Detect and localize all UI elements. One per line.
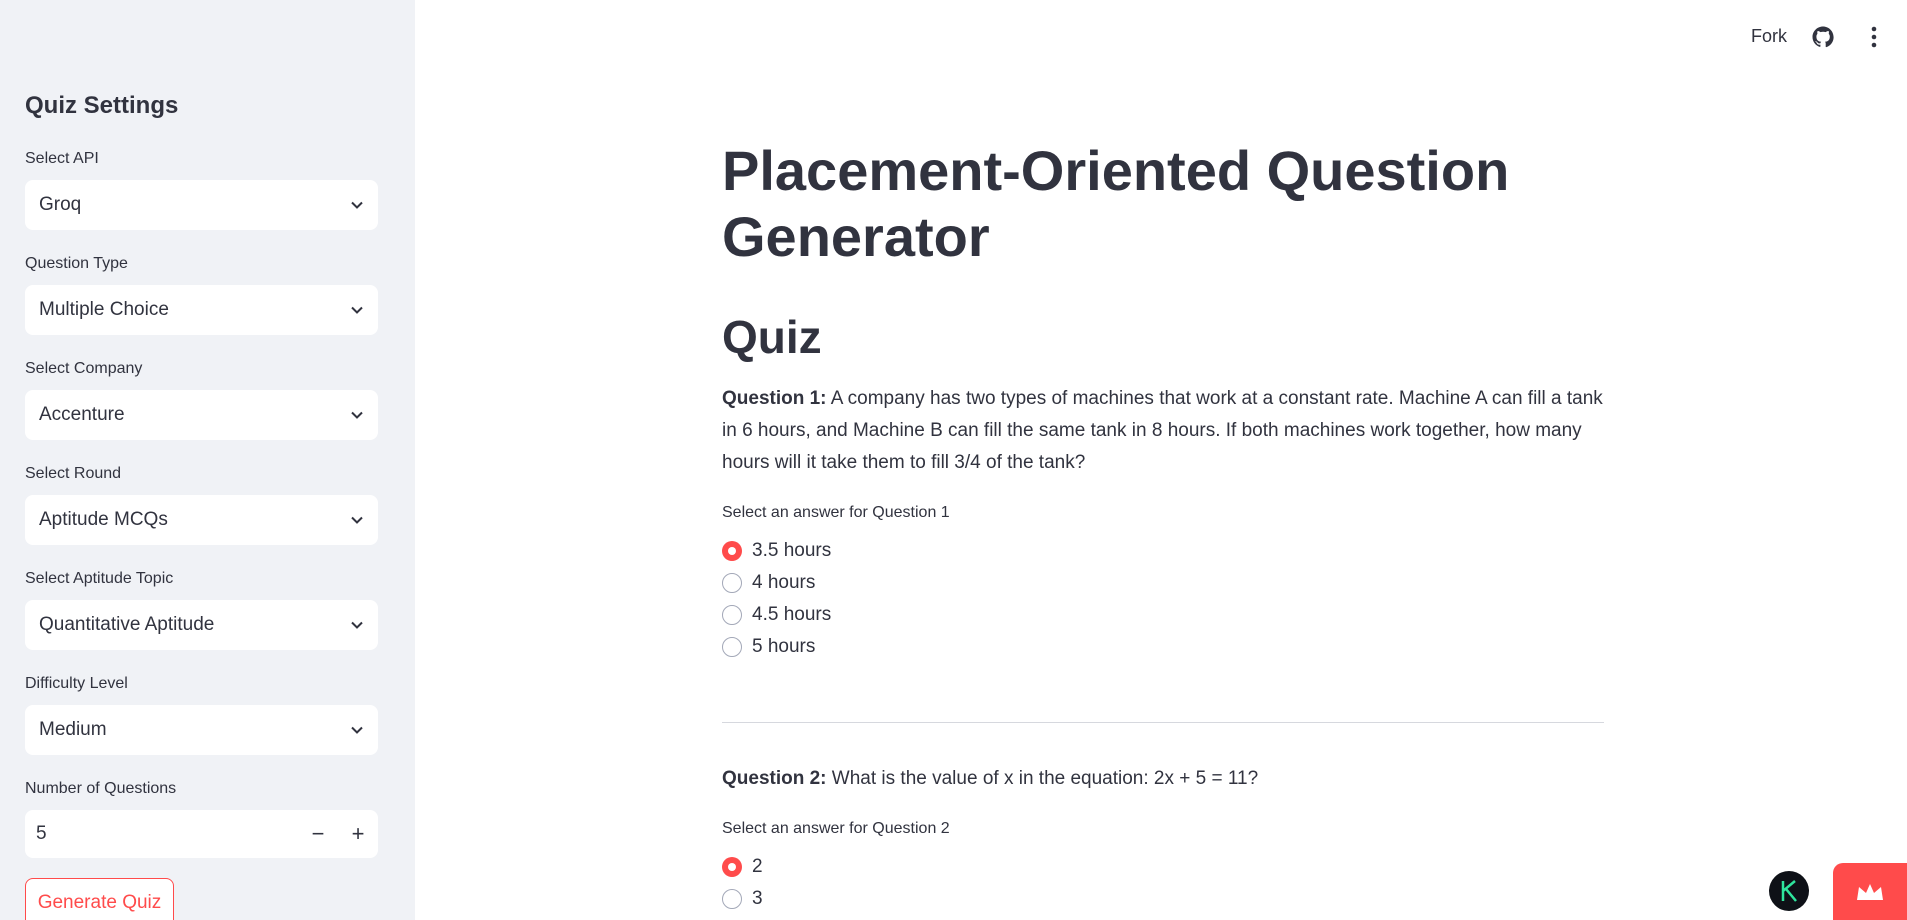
difficulty-label: Difficulty Level	[25, 675, 128, 692]
select-api-value: Groq	[39, 194, 82, 215]
sidebar: Quiz Settings Select API Groq Question T…	[0, 0, 415, 920]
github-icon[interactable]	[1811, 25, 1835, 49]
question-type-dropdown[interactable]: Multiple Choice	[25, 285, 378, 335]
select-company-field: Select Company Accenture	[25, 358, 378, 440]
q1-option-1-label: 3.5 hours	[752, 540, 832, 561]
q1-option-4-label: 5 hours	[752, 636, 816, 657]
q2-option-2-label: 3	[752, 888, 763, 909]
question-2-radio-label: Select an answer for Question 2	[722, 820, 950, 837]
crown-icon	[1857, 883, 1883, 900]
select-api-label: Select API	[25, 150, 99, 167]
q1-option-3-label: 4.5 hours	[752, 604, 832, 625]
question-2-body: What is the value of x in the equation: …	[831, 768, 1259, 789]
q1-option-4[interactable]: 5 hours	[722, 633, 815, 661]
select-api-dropdown[interactable]: Groq	[25, 180, 378, 230]
select-round-label: Select Round	[25, 465, 122, 482]
radio-icon[interactable]	[722, 637, 742, 657]
question-type-value: Multiple Choice	[39, 299, 169, 320]
radio-selected-icon[interactable]	[722, 541, 742, 561]
chevron-down-icon	[351, 411, 363, 419]
toolbar: Fork	[1507, 0, 1907, 74]
q1-option-3[interactable]: 4.5 hours	[722, 601, 831, 629]
question-2-prefix: Question 2:	[722, 768, 827, 789]
chevron-down-icon	[351, 201, 363, 209]
q2-option-2[interactable]: 3	[722, 885, 763, 913]
chevron-down-icon	[351, 621, 363, 629]
select-company-dropdown[interactable]: Accenture	[25, 390, 378, 440]
question-type-label: Question Type	[25, 255, 128, 272]
aptitude-topic-dropdown[interactable]: Quantitative Aptitude	[25, 600, 378, 650]
num-questions-field: Number of Questions 5 − +	[25, 778, 378, 858]
avatar[interactable]	[1769, 871, 1809, 911]
question-1-body: A company has two types of machines that…	[722, 388, 1603, 473]
divider	[722, 722, 1604, 723]
generate-quiz-button[interactable]: Generate Quiz	[25, 878, 174, 920]
aptitude-topic-label: Select Aptitude Topic	[25, 570, 174, 587]
q1-option-2-label: 4 hours	[752, 572, 816, 593]
kebab-menu-icon[interactable]	[1871, 26, 1877, 48]
difficulty-field: Difficulty Level Medium	[25, 673, 378, 755]
streamlit-crown-badge[interactable]	[1833, 863, 1907, 920]
select-round-value: Aptitude MCQs	[39, 509, 168, 530]
radio-icon[interactable]	[722, 889, 742, 909]
q1-option-1[interactable]: 3.5 hours	[722, 537, 831, 565]
k-logo-icon	[1781, 880, 1797, 902]
select-api-field: Select API Groq	[25, 148, 378, 230]
fork-link[interactable]: Fork	[1751, 26, 1787, 47]
q1-option-2[interactable]: 4 hours	[722, 569, 815, 597]
select-company-value: Accenture	[39, 404, 125, 425]
difficulty-dropdown[interactable]: Medium	[25, 705, 378, 755]
num-questions-label: Number of Questions	[25, 780, 177, 797]
q2-option-1-label: 2	[752, 856, 763, 877]
page-title: Placement-Oriented Question Generator	[722, 139, 1510, 268]
question-1-prefix: Question 1:	[722, 388, 827, 409]
increment-button[interactable]: +	[338, 810, 378, 858]
decrement-button[interactable]: −	[298, 810, 338, 858]
num-questions-input[interactable]: 5	[36, 823, 298, 845]
select-company-label: Select Company	[25, 360, 143, 377]
sidebar-title: Quiz Settings	[25, 92, 179, 119]
num-questions-stepper: 5 − +	[25, 810, 378, 858]
radio-icon[interactable]	[722, 573, 742, 593]
question-1-radio-label: Select an answer for Question 1	[722, 504, 950, 521]
difficulty-value: Medium	[39, 719, 107, 740]
aptitude-topic-value: Quantitative Aptitude	[39, 614, 215, 635]
question-2-text: Question 2: What is the value of x in th…	[722, 763, 1604, 795]
select-round-dropdown[interactable]: Aptitude MCQs	[25, 495, 378, 545]
aptitude-topic-field: Select Aptitude Topic Quantitative Aptit…	[25, 568, 378, 650]
chevron-down-icon	[351, 726, 363, 734]
chevron-down-icon	[351, 516, 363, 524]
select-round-field: Select Round Aptitude MCQs	[25, 463, 378, 545]
q2-option-1[interactable]: 2	[722, 853, 763, 881]
quiz-heading: Quiz	[722, 311, 822, 363]
radio-icon[interactable]	[722, 605, 742, 625]
question-type-field: Question Type Multiple Choice	[25, 253, 378, 335]
radio-selected-icon[interactable]	[722, 857, 742, 877]
chevron-down-icon	[351, 306, 363, 314]
question-1-text: Question 1: A company has two types of m…	[722, 383, 1604, 479]
